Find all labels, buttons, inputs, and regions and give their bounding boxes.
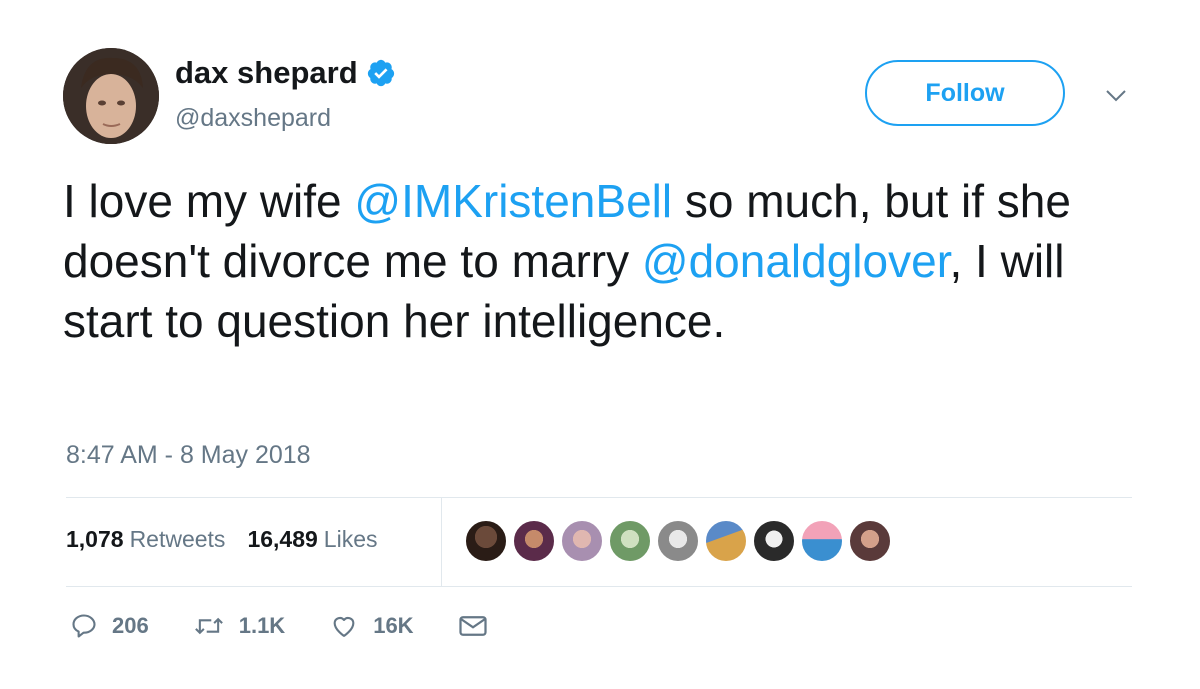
likes-label: Likes [323, 526, 378, 552]
retweet-button[interactable]: 1.1K [193, 612, 285, 640]
reply-button[interactable]: 206 [70, 612, 149, 640]
retweet-count: 1.1K [238, 613, 286, 638]
liker-avatar[interactable] [560, 519, 604, 563]
mention-link[interactable]: @donaldglover [642, 235, 950, 287]
reply-icon [72, 614, 96, 638]
tweet-stats: 1,078 Retweets 16,489 Likes [66, 526, 378, 553]
retweets-count: 1,078 [66, 526, 124, 552]
likes-count: 16,489 [247, 526, 318, 552]
liker-avatar[interactable] [800, 519, 844, 563]
reply-count: 206 [112, 613, 149, 638]
display-name-text: dax shepard [175, 55, 358, 90]
tweet-text: I love my wife @IMKristenBell so much, b… [63, 172, 1153, 351]
liker-avatars [464, 519, 896, 563]
tweet-text-part: I love my wife [63, 175, 355, 227]
liker-avatar[interactable] [656, 519, 700, 563]
display-name[interactable]: dax shepard [175, 55, 396, 91]
avatar-image [63, 48, 159, 144]
liker-avatar[interactable] [752, 519, 796, 563]
retweet-icon [194, 617, 223, 635]
user-handle[interactable]: @daxshepard [175, 104, 331, 133]
retweets-label: Retweets [129, 526, 226, 552]
divider [66, 497, 1132, 498]
avatar[interactable] [63, 48, 159, 144]
stats-separator [441, 498, 442, 586]
envelope-icon [458, 616, 487, 636]
liker-avatar[interactable] [464, 519, 508, 563]
liker-avatar[interactable] [704, 519, 748, 563]
tweet-timestamp[interactable]: 8:47 AM - 8 May 2018 [66, 441, 311, 470]
liker-avatar[interactable] [512, 519, 556, 563]
verified-badge-icon [367, 59, 394, 87]
chevron-down-icon[interactable] [1104, 88, 1128, 104]
heart-icon [333, 616, 355, 637]
retweets-stat[interactable]: 1,078 Retweets [66, 526, 225, 553]
liker-avatar[interactable] [608, 519, 652, 563]
divider [66, 586, 1132, 587]
mention-link[interactable]: @IMKristenBell [354, 175, 672, 227]
direct-message-button[interactable] [458, 613, 502, 639]
liker-avatar[interactable] [848, 519, 892, 563]
like-button[interactable]: 16K [329, 612, 414, 640]
tweet-actions: 206 1.1K 16K [70, 612, 546, 640]
likes-stat[interactable]: 16,489 Likes [247, 526, 377, 553]
follow-button[interactable]: Follow [865, 60, 1065, 126]
like-count: 16K [373, 613, 414, 638]
